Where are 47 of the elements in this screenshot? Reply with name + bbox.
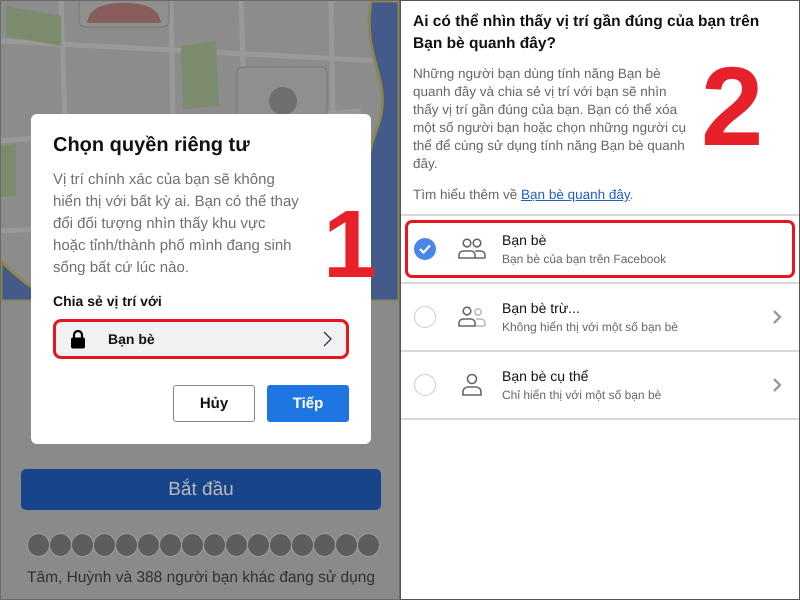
avatar-placeholder bbox=[357, 533, 380, 557]
chevron-right-icon bbox=[323, 331, 332, 347]
share-label: Chia sẻ vị trí với bbox=[53, 293, 163, 309]
radio-unchecked[interactable] bbox=[414, 306, 436, 328]
avatar-placeholder bbox=[93, 533, 116, 557]
audience-selector[interactable]: Bạn bè bbox=[53, 319, 349, 359]
nearby-friends-link[interactable]: Bạn bè quanh đây bbox=[521, 187, 630, 202]
avatar-placeholder bbox=[313, 533, 336, 557]
avatar-placeholder bbox=[181, 533, 204, 557]
avatar-placeholder bbox=[247, 533, 270, 557]
avatar-placeholder bbox=[27, 533, 50, 557]
avatar-placeholder bbox=[269, 533, 292, 557]
option-title: Bạn bè cụ thể bbox=[502, 368, 590, 384]
dialog-description: Vị trí chính xác của bạn sẽ không hiển thị với bất kỳ ai. Bạn có thể thay đổi đối tượng nhìn thấy khu vực hoặc tỉnh/thành phố mình đang sinh sống bất cứ lúc nào. bbox=[53, 170, 300, 278]
lock-icon bbox=[70, 329, 86, 349]
person-icon bbox=[461, 373, 483, 397]
question-title: Ai có thể nhìn thấy vị trí gần đúng của bạn trên Bạn bè quanh đây? bbox=[413, 12, 760, 54]
start-button[interactable]: Bắt đầu bbox=[21, 469, 381, 510]
avatar-placeholder bbox=[203, 533, 226, 557]
option-subtitle: Chỉ hiển thị với một số bạn bè bbox=[502, 388, 662, 402]
option-subtitle: Không hiển thị với một số bạn bè bbox=[502, 320, 679, 334]
people-icon bbox=[458, 306, 486, 328]
cancel-button[interactable]: Hủy bbox=[173, 385, 255, 422]
audience-option[interactable]: Bạn bè trừ... Không hiển thị với một số bạn bè bbox=[405, 288, 795, 346]
description-text: Những người bạn dùng tính năng Bạn bè quanh đây và chia sẻ vị trí với bạn sẽ nhìn thấy vị trí gần đúng của bạn. Bạn có thể xóa một số người bạn hoặc chọn những người cụ thể để cùng sử dụng tính năng Bạn bè quanh đây. bbox=[413, 65, 687, 173]
check-icon bbox=[419, 244, 431, 254]
friends-using-text: Tâm, Huỳnh và 388 người bạn khác đang sử dụng bbox=[27, 569, 376, 587]
avatar-placeholder bbox=[335, 533, 358, 557]
people-icon bbox=[458, 238, 486, 260]
dialog-title: Chọn quyền riêng tư bbox=[53, 134, 251, 157]
step-number: 2 bbox=[701, 51, 764, 163]
avatar-placeholder bbox=[291, 533, 314, 557]
avatar-placeholder bbox=[49, 533, 72, 557]
learn-more-text: Tìm hiểu thêm về Bạn bè quanh đây. bbox=[413, 187, 634, 202]
radio-checked[interactable] bbox=[414, 238, 436, 260]
avatar-placeholder bbox=[71, 533, 94, 557]
avatar-placeholder bbox=[159, 533, 182, 557]
option-title: Bạn bè bbox=[502, 232, 548, 248]
avatar-placeholder bbox=[137, 533, 160, 557]
next-button[interactable]: Tiếp bbox=[267, 385, 349, 422]
radio-unchecked[interactable] bbox=[414, 374, 436, 396]
avatar-placeholder bbox=[225, 533, 248, 557]
option-title: Bạn bè trừ... bbox=[502, 300, 581, 316]
audience-option[interactable]: Bạn bè Bạn bè của bạn trên Facebook bbox=[405, 220, 795, 278]
audience-option[interactable]: Bạn bè cụ thể Chỉ hiển thị với một số bạn bè bbox=[405, 356, 795, 414]
avatar-placeholder bbox=[115, 533, 138, 557]
option-subtitle: Bạn bè của bạn trên Facebook bbox=[502, 252, 668, 266]
